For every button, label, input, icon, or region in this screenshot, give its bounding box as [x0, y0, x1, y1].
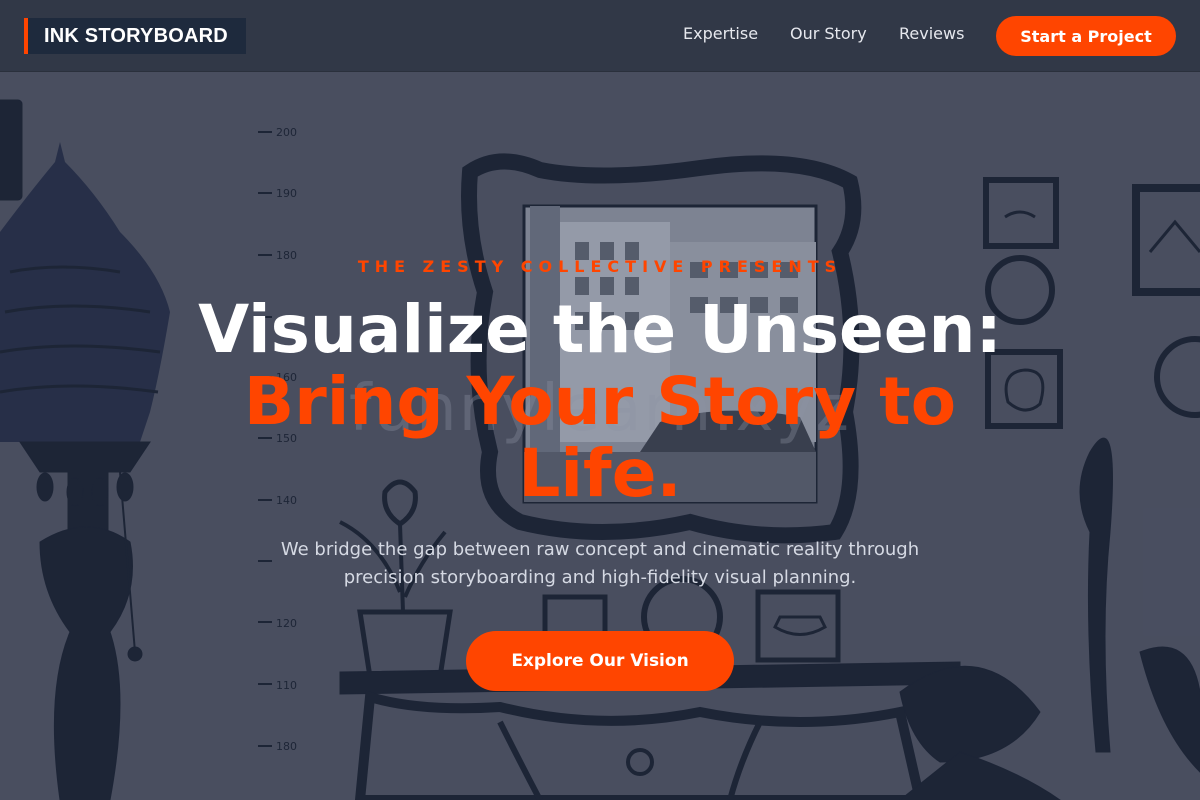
top-navbar: INK STORYBOARD Expertise Our Story Revie…	[0, 0, 1200, 72]
hero-headline-primary: Visualize the Unseen:	[198, 291, 1002, 368]
nav-link-our-story[interactable]: Our Story	[790, 24, 867, 43]
explore-vision-button[interactable]: Explore Our Vision	[466, 631, 734, 691]
hero-headline-accent: Bring Your Story to Life.	[243, 363, 957, 512]
hero-eyebrow: THE ZESTY COLLECTIVE PRESENTS	[357, 257, 843, 276]
hero-subtext: We bridge the gap between raw concept an…	[280, 539, 920, 588]
start-project-button[interactable]: Start a Project	[996, 16, 1176, 56]
nav-link-reviews[interactable]: Reviews	[899, 24, 964, 43]
nav-link-expertise[interactable]: Expertise	[683, 24, 758, 43]
